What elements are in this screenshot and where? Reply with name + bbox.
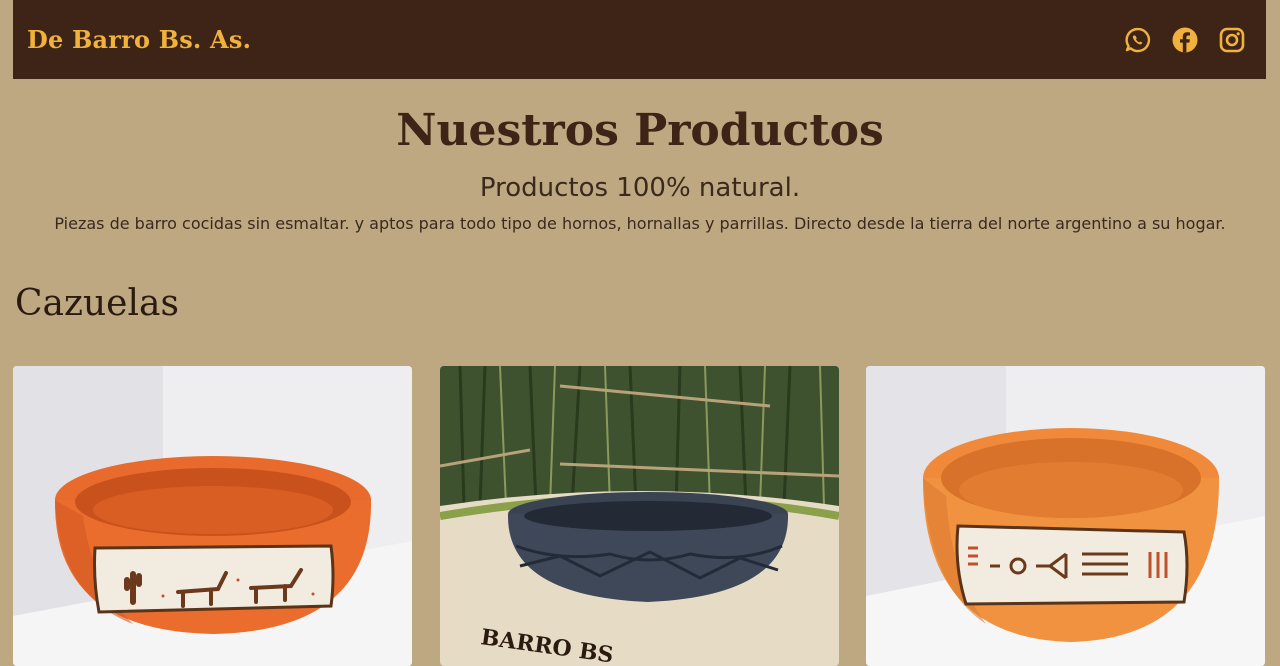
facebook-icon[interactable] <box>1171 26 1199 54</box>
hero-section: Nuestros Productos Productos 100% natura… <box>0 96 1280 236</box>
page-title: Nuestros Productos <box>396 105 884 156</box>
instagram-icon[interactable] <box>1218 26 1246 54</box>
product-card[interactable] <box>866 366 1265 666</box>
page-subtitle: Productos 100% natural. <box>479 173 801 203</box>
product-image <box>866 366 1265 666</box>
brand-logo[interactable]: De Barro Bs. As. <box>27 25 251 54</box>
product-card[interactable]: BARRO BS <box>440 366 839 666</box>
product-image: BARRO BS <box>440 366 839 666</box>
social-links <box>1124 26 1246 54</box>
product-image <box>13 366 412 666</box>
navbar: De Barro Bs. As. <box>13 0 1266 79</box>
product-card[interactable] <box>13 366 412 666</box>
section-title-cazuelas: Cazuelas <box>15 283 179 324</box>
page-description: Piezas de barro cocidas sin esmaltar. y … <box>54 214 1226 233</box>
whatsapp-icon[interactable] <box>1124 26 1152 54</box>
